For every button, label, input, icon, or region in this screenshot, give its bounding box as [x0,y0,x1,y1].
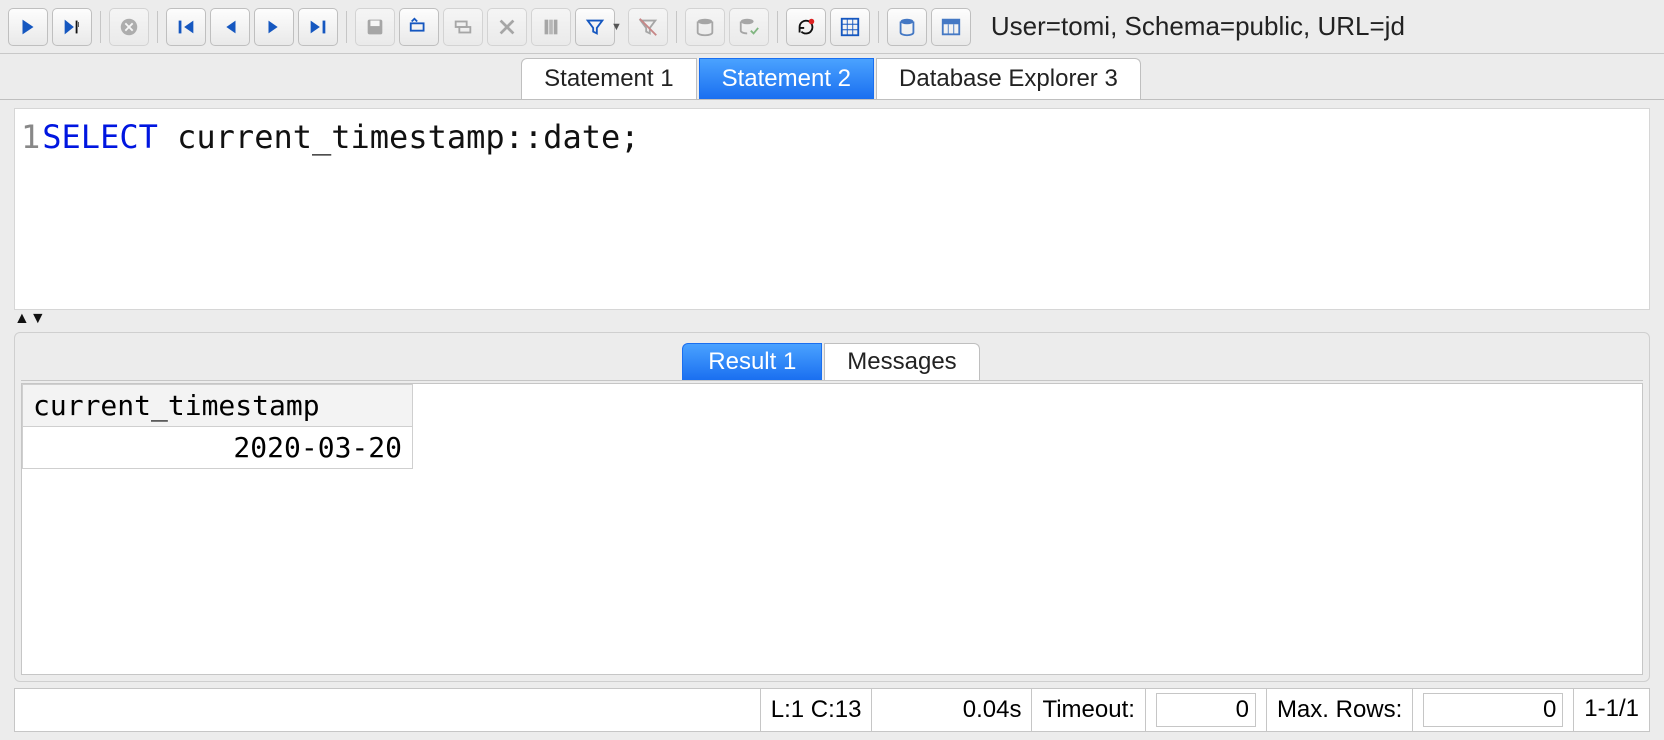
maxrows-label: Max. Rows: [1267,689,1413,731]
database-commit-icon [738,16,760,38]
cell[interactable]: 2020-03-20 [23,427,413,469]
split-handle[interactable]: ▲▼ [14,310,1650,328]
insert-row-icon [408,16,430,38]
clear-filter-icon [637,16,659,38]
sql-text: current_timestamp::date; [158,118,640,156]
duplicate-row-icon [452,16,474,38]
elapsed-time: 0.04s [872,689,1032,731]
result-tabs: Result 1 Messages [21,339,1643,381]
status-spacer [15,689,761,731]
maxrows-input[interactable] [1423,693,1563,727]
svg-text:I: I [78,20,80,29]
prev-record-icon [219,16,241,38]
line-number: 1 [21,118,42,156]
columns-icon [540,16,562,38]
delete-row-icon [496,16,518,38]
refresh-button[interactable] [786,8,826,46]
database-icon [694,16,716,38]
duplicate-row-button[interactable] [443,8,483,46]
main-toolbar: I [0,0,1664,54]
next-record-icon [263,16,285,38]
last-record-icon [307,16,329,38]
chevron-down-icon: ▼ [611,21,622,33]
run-current-button[interactable]: I [52,8,92,46]
database-button[interactable] [685,8,725,46]
first-record-button[interactable] [166,8,206,46]
grid-icon [839,16,861,38]
tab-label: Statement 2 [722,65,851,93]
row-range: 1-1/1 [1574,689,1649,731]
result-grid[interactable]: current_timestamp 2020-03-20 [21,383,1643,675]
save-button[interactable] [355,8,395,46]
delete-row-button[interactable] [487,8,527,46]
filter-icon [584,16,606,38]
timeout-label: Timeout: [1032,689,1145,731]
last-record-button[interactable] [298,8,338,46]
tab-result-1[interactable]: Result 1 [682,343,822,380]
columns-button[interactable] [531,8,571,46]
tab-label: Statement 1 [544,65,673,93]
clear-filter-button[interactable] [628,8,668,46]
column-header[interactable]: current_timestamp [23,385,413,427]
stop-icon [118,16,140,38]
tab-label: Result 1 [708,348,796,376]
insert-row-button[interactable] [399,8,439,46]
save-icon [364,16,386,38]
run-button[interactable] [8,8,48,46]
stop-button[interactable] [109,8,149,46]
schema-browser-button[interactable] [887,8,927,46]
filter-dropdown[interactable]: ▼ [573,8,626,46]
caret-position: L:1 C:13 [761,689,873,731]
tab-statement-2[interactable]: Statement 2 [699,58,874,99]
tab-statement-1[interactable]: Statement 1 [521,58,696,99]
sql-editor[interactable]: 1SELECT current_timestamp::date; [14,108,1650,310]
result-panel: Result 1 Messages current_timestamp 2020… [14,332,1650,682]
schema-browser-icon [896,16,918,38]
maxrows-field-wrap [1413,689,1574,731]
table-editor-icon [940,16,962,38]
first-record-icon [175,16,197,38]
sql-keyword: SELECT [42,118,158,156]
tab-label: Messages [847,348,956,376]
tab-messages[interactable]: Messages [824,343,979,380]
timeout-field-wrap [1146,689,1267,731]
play-icon [17,16,39,38]
play-cursor-icon: I [61,16,83,38]
statement-tabs: Statement 1 Statement 2 Database Explore… [0,54,1664,100]
table-editor-button[interactable] [931,8,971,46]
prev-record-button[interactable] [210,8,250,46]
grid-button[interactable] [830,8,870,46]
timeout-input[interactable] [1156,693,1256,727]
connection-info: User=tomi, Schema=public, URL=jd [991,11,1405,42]
database-commit-button[interactable] [729,8,769,46]
tab-database-explorer-3[interactable]: Database Explorer 3 [876,58,1141,99]
next-record-button[interactable] [254,8,294,46]
tab-label: Database Explorer 3 [899,65,1118,93]
refresh-icon [795,16,817,38]
table-row[interactable]: 2020-03-20 [23,427,413,469]
status-bar: L:1 C:13 0.04s Timeout: Max. Rows: 1-1/1 [14,688,1650,732]
